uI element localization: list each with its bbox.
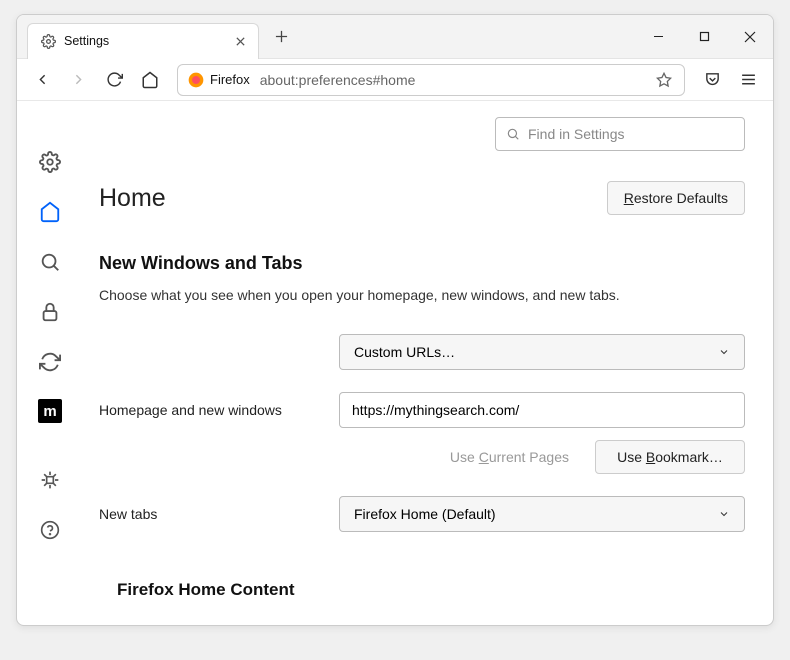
find-in-settings-input[interactable]: Find in Settings	[495, 117, 745, 151]
use-current-pages-button[interactable]: Use Current Pages	[434, 440, 585, 474]
brand-label: Firefox	[210, 72, 250, 87]
url-text: about:preferences#home	[260, 72, 646, 88]
settings-sidebar: m	[17, 101, 83, 625]
titlebar: Settings	[17, 15, 773, 59]
homepage-url-input[interactable]	[339, 392, 745, 428]
address-bar[interactable]: Firefox about:preferences#home	[177, 64, 685, 96]
restore-defaults-button[interactable]: Restore Defaults	[607, 181, 745, 215]
homepage-row-label: Homepage and new windows	[99, 402, 319, 418]
sidebar-item-home[interactable]	[37, 199, 63, 225]
chevron-down-icon	[718, 346, 730, 358]
find-placeholder: Find in Settings	[528, 126, 625, 142]
home-button[interactable]	[133, 63, 167, 97]
chevron-down-icon	[718, 508, 730, 520]
homepage-select-value: Custom URLs…	[354, 344, 455, 360]
back-button[interactable]	[25, 63, 59, 97]
section-new-windows-title: New Windows and Tabs	[99, 253, 745, 274]
browser-window: Settings	[16, 14, 774, 626]
window-controls	[635, 15, 773, 59]
newtabs-select-value: Firefox Home (Default)	[354, 506, 496, 522]
forward-button[interactable]	[61, 63, 95, 97]
maximize-button[interactable]	[681, 15, 727, 59]
app-menu-button[interactable]	[731, 63, 765, 97]
page-title: Home	[99, 184, 166, 213]
sidebar-item-help[interactable]	[37, 517, 63, 543]
homepage-select[interactable]: Custom URLs…	[339, 334, 745, 370]
sidebar-item-sync[interactable]	[37, 349, 63, 375]
toolbar: Firefox about:preferences#home	[17, 59, 773, 101]
section-firefox-home-title: Firefox Home Content	[117, 580, 745, 600]
browser-tab[interactable]: Settings	[27, 23, 259, 59]
sidebar-item-search[interactable]	[37, 249, 63, 275]
content-area: m Find in Settings Home Restore Defaults…	[17, 101, 773, 625]
sidebar-item-mozilla[interactable]: m	[38, 399, 62, 423]
sidebar-item-extensions[interactable]	[37, 467, 63, 493]
minimize-button[interactable]	[635, 15, 681, 59]
sidebar-item-general[interactable]	[37, 149, 63, 175]
settings-main: Find in Settings Home Restore Defaults N…	[83, 101, 773, 625]
close-icon[interactable]	[232, 33, 248, 49]
newtabs-label: New tabs	[99, 506, 319, 522]
gear-icon	[40, 33, 56, 49]
newtabs-select[interactable]: Firefox Home (Default)	[339, 496, 745, 532]
sidebar-item-privacy[interactable]	[37, 299, 63, 325]
bookmark-star-icon[interactable]	[656, 72, 674, 88]
use-bookmark-button[interactable]: Use Bookmark…	[595, 440, 745, 474]
tab-title: Settings	[64, 34, 224, 48]
new-tab-button[interactable]	[267, 23, 295, 51]
close-window-button[interactable]	[727, 15, 773, 59]
url-brand: Firefox	[188, 72, 250, 88]
section-new-windows-desc: Choose what you see when you open your h…	[99, 286, 745, 306]
pocket-button[interactable]	[695, 63, 729, 97]
reload-button[interactable]	[97, 63, 131, 97]
